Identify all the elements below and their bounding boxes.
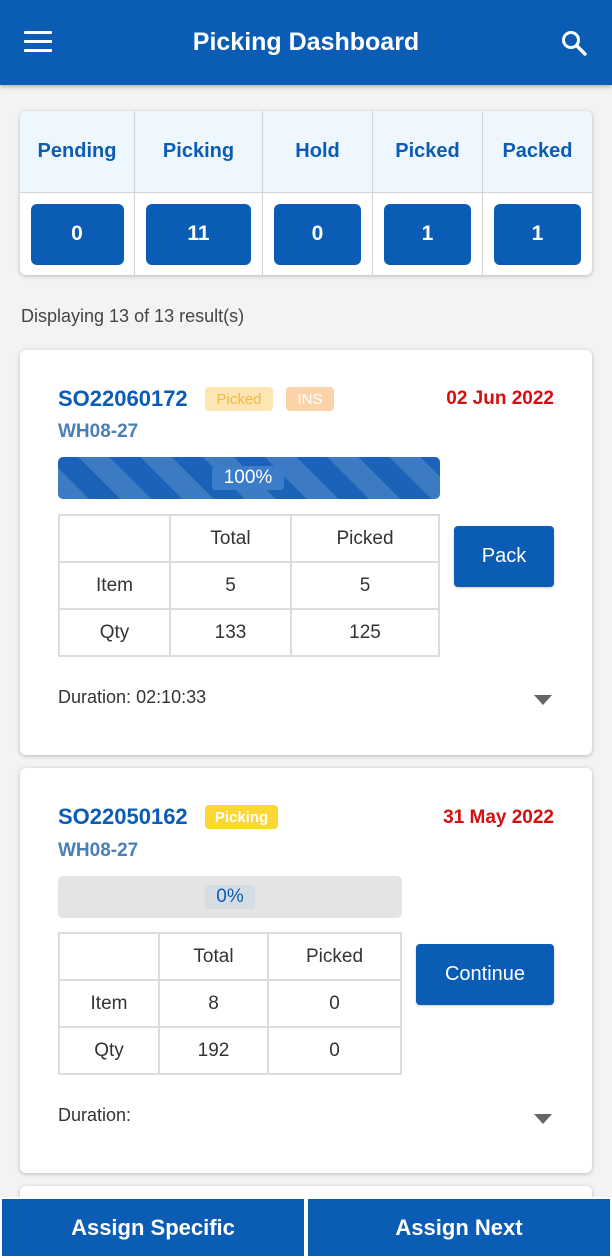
duration-value: 02:10:33 — [136, 687, 207, 707]
table-header — [58, 514, 171, 563]
table-header: Picked — [290, 514, 440, 563]
item-picked: 0 — [267, 979, 402, 1028]
bottom-action-bar: Assign Specific Assign Next — [0, 1197, 612, 1258]
item-total: 5 — [169, 561, 292, 610]
row-label: Qty — [58, 1026, 160, 1075]
summary-picking: Picking 11 — [135, 111, 263, 275]
qty-total: 192 — [158, 1026, 269, 1075]
table-header: Picked — [267, 932, 402, 981]
location: WH08-27 — [58, 840, 139, 861]
progress-bar: 100% — [58, 457, 440, 499]
summary-pending: Pending 0 — [20, 111, 135, 275]
location: WH08-27 — [58, 421, 139, 442]
picked-count-button[interactable]: 1 — [384, 203, 471, 265]
ins-badge: INS — [286, 387, 334, 411]
duration-label: Duration: — [58, 687, 132, 707]
summary-hold: Hold 0 — [263, 111, 373, 275]
table-header-row: Total Picked — [58, 514, 440, 563]
menu-icon[interactable] — [24, 31, 52, 53]
summary-label: Picking — [135, 111, 262, 193]
table-row: Qty 133 125 — [58, 608, 440, 657]
order-number[interactable]: SO22050162 — [58, 804, 188, 830]
order-date: 31 May 2022 — [443, 807, 554, 828]
continue-button[interactable]: Continue — [416, 944, 554, 1005]
summary-label: Packed — [483, 111, 592, 193]
pending-count-button[interactable]: 0 — [30, 203, 124, 265]
chevron-down-icon[interactable] — [534, 692, 552, 705]
order-date: 02 Jun 2022 — [446, 388, 554, 409]
summary-label: Pending — [20, 111, 134, 193]
summary-packed: Packed 1 — [483, 111, 592, 275]
table-row: Item 8 0 — [58, 979, 402, 1028]
assign-specific-button[interactable]: Assign Specific — [0, 1197, 306, 1258]
assign-next-button[interactable]: Assign Next — [306, 1197, 612, 1258]
table-row: Item 5 5 — [58, 561, 440, 610]
qty-picked: 0 — [267, 1026, 402, 1075]
item-total: 8 — [158, 979, 269, 1028]
summary-label: Hold — [263, 111, 372, 193]
duration: Duration: — [58, 1105, 131, 1126]
search-icon[interactable] — [560, 29, 588, 57]
progress-label: 100% — [212, 466, 284, 490]
status-summary: Pending 0 Picking 11 Hold 0 Picked 1 Pac… — [20, 111, 592, 275]
packed-count-button[interactable]: 1 — [494, 203, 581, 265]
page-title: Picking Dashboard — [192, 28, 420, 56]
order-card: SO22050162 Picking 31 May 2022 WH08-27 0… — [20, 768, 592, 1173]
quantity-table: Total Picked Item 8 0 Qty 192 0 — [58, 932, 402, 1075]
status-badge: Picking — [205, 805, 278, 829]
qty-picked: 125 — [290, 608, 440, 657]
order-card: SO22060172 Picked INS 02 Jun 2022 WH08-2… — [20, 350, 592, 755]
table-header: Total — [169, 514, 292, 563]
table-row: Qty 192 0 — [58, 1026, 402, 1075]
hold-count-button[interactable]: 0 — [274, 203, 361, 265]
summary-label: Picked — [373, 111, 482, 193]
chevron-down-icon[interactable] — [534, 1111, 552, 1124]
results-count: Displaying 13 of 13 result(s) — [21, 306, 245, 326]
pack-button[interactable]: Pack — [454, 526, 554, 587]
progress-bar: 0% — [58, 876, 402, 918]
order-number[interactable]: SO22060172 — [58, 386, 188, 412]
picking-count-button[interactable]: 11 — [146, 203, 251, 265]
app-bar: Picking Dashboard — [0, 0, 612, 85]
table-header-row: Total Picked — [58, 932, 402, 981]
table-header — [58, 932, 160, 981]
item-picked: 5 — [290, 561, 440, 610]
progress-label: 0% — [205, 885, 255, 909]
table-header: Total — [158, 932, 269, 981]
duration: Duration: 02:10:33 — [58, 687, 206, 708]
status-badge: Picked — [205, 387, 273, 411]
row-label: Qty — [58, 608, 171, 657]
summary-picked: Picked 1 — [373, 111, 483, 275]
qty-total: 133 — [169, 608, 292, 657]
duration-label: Duration: — [58, 1105, 132, 1125]
quantity-table: Total Picked Item 5 5 Qty 133 125 — [58, 514, 440, 657]
row-label: Item — [58, 979, 160, 1028]
row-label: Item — [58, 561, 171, 610]
